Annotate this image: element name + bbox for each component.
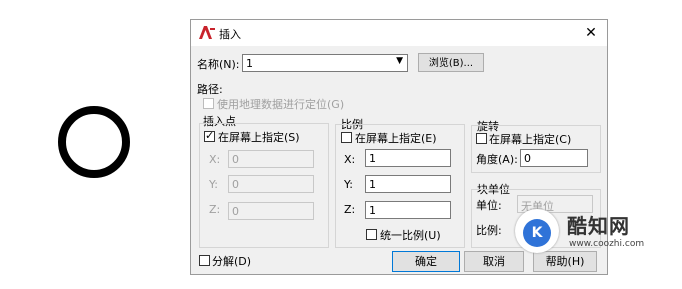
insertion-x-value: 0 [232, 153, 239, 166]
circle-drawing [58, 106, 130, 178]
watermark: K 酷知网 www.coozhi.com [515, 205, 675, 257]
scale-specify-checkbox[interactable] [341, 132, 352, 143]
explode-label: 分解(D) [212, 255, 252, 268]
insertion-specify-checkbox[interactable] [204, 129, 215, 142]
scale-z-label: Z: [344, 203, 356, 216]
explode-checkbox[interactable] [199, 255, 210, 266]
insertion-y-field[interactable]: 0 [228, 175, 314, 193]
chevron-down-icon[interactable]: ▼ [396, 56, 403, 66]
watermark-logo-icon: K [523, 219, 551, 247]
insertion-specify-label: 在屏幕上指定(S) [218, 131, 300, 144]
rotation-specify-checkbox[interactable] [476, 133, 487, 144]
scale-x-value: 1 [369, 152, 376, 165]
angle-field[interactable]: 0 [520, 149, 588, 167]
watermark-name: 酷知网 [567, 214, 630, 238]
autocad-icon [199, 26, 215, 39]
watermark-url: www.coozhi.com [569, 239, 645, 249]
close-icon[interactable]: ✕ [581, 23, 601, 43]
scale-y-field[interactable]: 1 [365, 175, 451, 193]
insertion-x-label: X: [209, 153, 221, 166]
browse-button[interactable]: 浏览(B)... [418, 53, 484, 72]
scale-x-label: X: [344, 153, 356, 166]
name-label: 名称(N): [197, 58, 240, 71]
scale-x-field[interactable]: 1 [365, 149, 451, 167]
angle-value: 0 [524, 152, 531, 165]
name-value: 1 [246, 57, 253, 70]
scale-y-label: Y: [344, 178, 353, 191]
name-combobox[interactable]: 1 ▼ [242, 54, 408, 72]
scale-z-value: 1 [369, 204, 376, 217]
insertion-y-label: Y: [209, 178, 218, 191]
geo-checkbox[interactable] [203, 98, 214, 109]
watermark-badge: K [515, 209, 559, 253]
angle-label: 角度(A): [476, 153, 518, 166]
insertion-z-label: Z: [209, 203, 221, 216]
insertion-x-field[interactable]: 0 [228, 150, 314, 168]
scale-z-field[interactable]: 1 [365, 201, 451, 219]
scale-y-value: 1 [369, 178, 376, 191]
uniform-scale-checkbox[interactable] [366, 229, 377, 240]
block-scale-label: 比例: [476, 224, 502, 237]
rotation-specify-label: 在屏幕上指定(C) [489, 133, 572, 146]
geo-label: 使用地理数据进行定位(G) [217, 98, 345, 111]
unit-label: 单位: [476, 199, 502, 212]
scale-specify-label: 在屏幕上指定(E) [355, 132, 437, 145]
insertion-y-value: 0 [232, 178, 239, 191]
title-bar[interactable]: 插入 ✕ [191, 20, 607, 46]
ok-button[interactable]: 确定 [392, 251, 460, 272]
insertion-z-value: 0 [232, 205, 239, 218]
uniform-scale-label: 统一比例(U) [380, 229, 441, 242]
window-title: 插入 [219, 28, 241, 41]
path-label: 路径: [197, 83, 223, 96]
insertion-z-field[interactable]: 0 [228, 202, 314, 220]
